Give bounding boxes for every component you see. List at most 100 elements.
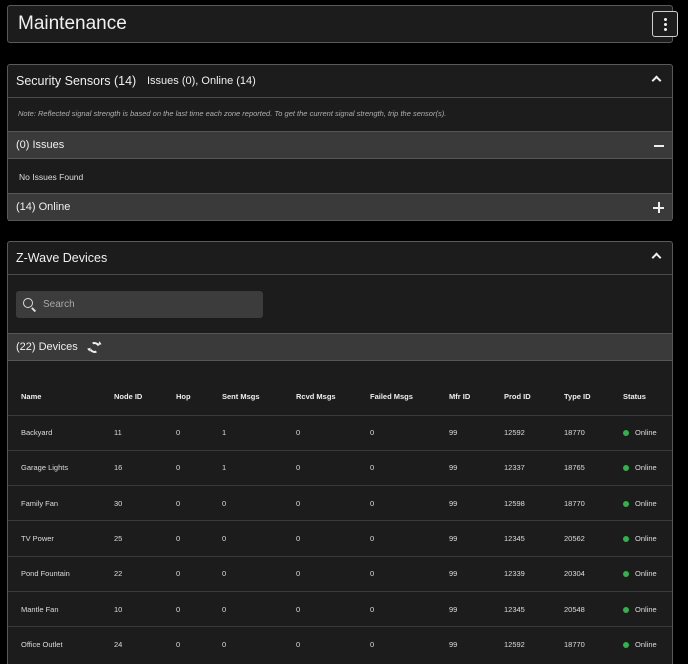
status-text: Online [635,428,657,438]
zwave-title: Z-Wave Devices [16,251,108,265]
signal-note: Note: Reflected signal strength is based… [18,109,447,118]
table-cell: 20548 [564,590,623,627]
table-cell: 0 [176,449,222,486]
search-icon [23,298,33,308]
table-row[interactable]: TV Power 25 0 0 0 0 99 12345 20562 Online [8,520,672,557]
table-row[interactable]: Office Outlet 24 0 0 0 0 99 12592 18770 Online [8,626,672,663]
status-dot-icon [623,642,629,649]
status-dot-icon [623,500,629,507]
table-cell: 18770 [564,485,623,521]
table-cell: 0 [296,626,370,663]
issues-section-bar[interactable]: (0) Issues [8,131,672,159]
status-cell: Online [623,590,672,627]
kebab-icon [663,17,667,21]
column-header: Status [623,392,646,402]
table-header-row: Name Node ID Hop Sent Msgs Rcvd Msgs Failed M… [8,379,672,415]
table-cell: 24 [114,626,176,663]
status-dot-icon [623,606,629,613]
table-cell: 12598 [504,485,564,521]
table-cell: 0 [296,590,370,627]
table-cell: 99 [449,485,504,521]
table-cell: 0 [296,485,370,521]
online-section-bar[interactable]: (14) Online [8,193,672,221]
column-header: Name [21,392,42,402]
zwave-devices-panel: Z-Wave Devices (22) Devices Name Node ID H… [7,241,673,664]
status-dot-icon [623,430,629,437]
table-cell: 0 [296,520,370,557]
table-cell: 0 [370,590,449,627]
table-cell: 0 [222,626,296,663]
table-cell: Pond Fountain [8,555,114,592]
table-cell: 0 [176,590,222,627]
status-dot-icon [623,571,629,578]
chevron-up-icon[interactable] [651,75,662,86]
table-cell: 22 [114,555,176,592]
status-cell: Online [623,449,672,486]
security-sensors-panel: Security Sensors (14) Issues (0), Online… [7,64,673,221]
table-cell: 0 [370,555,449,592]
table-cell: 12339 [504,555,564,592]
table-cell: 20304 [564,555,623,592]
table-cell: 0 [222,520,296,557]
table-cell: TV Power [8,520,114,557]
table-cell: 99 [449,449,504,486]
search-input[interactable] [43,291,253,318]
table-cell: Office Outlet [8,626,114,663]
table-cell: 18770 [564,414,623,451]
status-text: Online [635,534,657,544]
table-cell: 0 [296,414,370,451]
page-header: Maintenance [7,5,678,43]
table-row[interactable]: Family Fan 30 0 0 0 0 99 12598 18770 Online [8,485,672,521]
table-cell: Garage Lights [8,449,114,486]
security-sensors-summary: Issues (0), Online (14) [147,75,256,87]
table-cell: 99 [449,626,504,663]
table-cell: 99 [449,590,504,627]
devices-table: Name Node ID Hop Sent Msgs Rcvd Msgs Failed M… [8,379,672,663]
table-cell: 0 [222,555,296,592]
table-cell: 12592 [504,626,564,663]
status-cell: Online [623,414,672,451]
table-cell: 10 [114,590,176,627]
devices-label: (22) Devices [16,341,78,353]
table-cell: 99 [449,520,504,557]
online-label: (14) Online [16,201,71,213]
table-cell: Mantle Fan [8,590,114,627]
security-sensors-header[interactable]: Security Sensors (14) Issues (0), Online… [8,65,672,98]
table-row[interactable]: Pond Fountain 22 0 0 0 0 99 12339 20304 Online [8,555,672,592]
minus-icon[interactable] [654,145,664,147]
devices-section-bar: (22) Devices [8,333,672,361]
column-header: Rcvd Msgs [296,392,336,402]
refresh-icon[interactable] [87,340,102,355]
no-issues-text: No Issues Found [19,172,84,182]
plus-icon[interactable] [653,202,664,213]
status-cell: Online [623,555,672,592]
column-header: Failed Msgs [370,392,413,402]
table-cell: 0 [222,590,296,627]
table-cell: 0 [176,555,222,592]
table-cell: 99 [449,555,504,592]
column-header: Type ID [564,392,591,402]
table-cell: 1 [222,414,296,451]
table-cell: 0 [370,449,449,486]
status-dot-icon [623,465,629,472]
table-body: Backyard 11 0 1 0 0 99 12592 18770 Online Garage L… [8,414,672,663]
kebab-menu-button[interactable] [652,11,678,37]
table-cell: 12345 [504,520,564,557]
column-header: Hop [176,392,191,402]
search-box[interactable] [16,291,263,318]
table-cell: 0 [176,626,222,663]
table-cell: 16 [114,449,176,486]
status-cell: Online [623,626,672,663]
table-cell: 0 [370,520,449,557]
table-row[interactable]: Backyard 11 0 1 0 0 99 12592 18770 Online [8,414,672,451]
column-header: Prod ID [504,392,531,402]
page-title: Maintenance [18,13,127,34]
table-row[interactable]: Garage Lights 16 0 1 0 0 99 12337 18765 Online [8,449,672,486]
table-cell: Family Fan [8,485,114,521]
table-cell: 20562 [564,520,623,557]
table-cell: Backyard [8,414,114,451]
zwave-header[interactable]: Z-Wave Devices [8,242,672,275]
table-cell: 12345 [504,590,564,627]
chevron-up-icon[interactable] [651,252,662,263]
table-row[interactable]: Mantle Fan 10 0 0 0 0 99 12345 20548 Online [8,590,672,627]
